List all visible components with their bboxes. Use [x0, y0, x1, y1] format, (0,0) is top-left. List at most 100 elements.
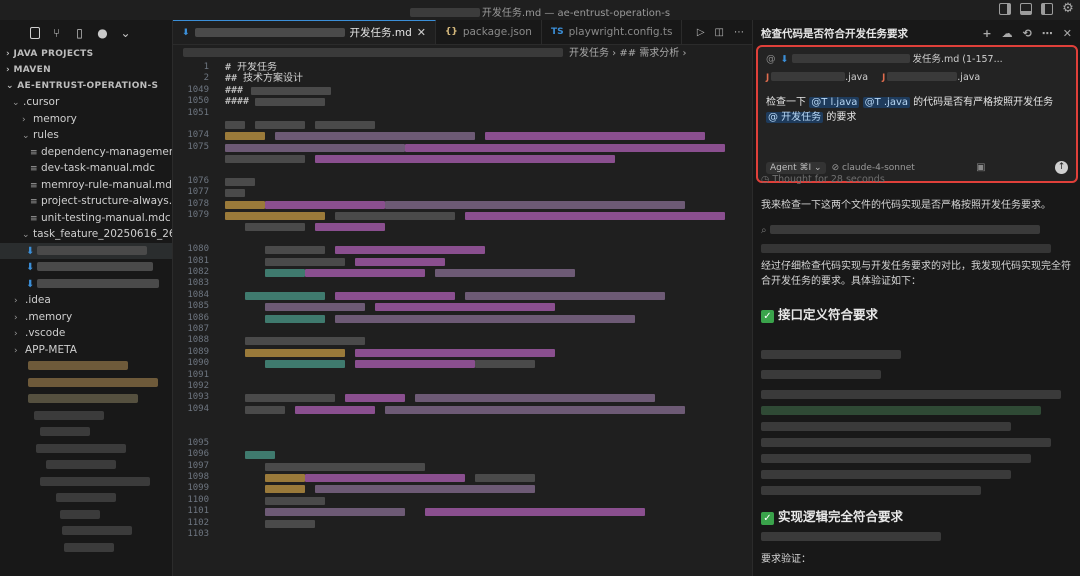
- thought-indicator[interactable]: ◷ Thought for 28 seconds: [761, 174, 885, 185]
- github-icon[interactable]: ●: [96, 26, 109, 40]
- close-icon[interactable]: ✕: [417, 26, 426, 39]
- tree-item[interactable]: › .idea: [0, 292, 172, 309]
- tree-item[interactable]: [0, 424, 172, 441]
- history-icon[interactable]: ⟲: [1023, 27, 1032, 40]
- tree-item[interactable]: ⌄ .cursor: [0, 94, 172, 111]
- model-selector[interactable]: ⊘ claude-4-sonnet: [832, 163, 915, 173]
- assistant-intro: 我来检查一下这两个文件的代码实现是否严格按照开发任务要求。: [761, 200, 1051, 211]
- explorer-icon[interactable]: [30, 27, 40, 39]
- sidebar-section-header[interactable]: ⌄ AE-ENTRUST-OPERATION-S: [0, 78, 172, 94]
- line-number: 1084: [187, 289, 209, 300]
- split-editor-icon[interactable]: ◫: [715, 27, 724, 38]
- tree-item[interactable]: [0, 391, 172, 408]
- markdown-icon: ⬇: [26, 278, 35, 290]
- line-number: 1090: [187, 358, 209, 369]
- file-mention[interactable]: @T .java: [862, 97, 910, 108]
- image-attach-icon[interactable]: ▣: [976, 162, 985, 173]
- tree-item[interactable]: › memory: [0, 111, 172, 128]
- redacted-code: [335, 291, 455, 300]
- tree-item[interactable]: ≡ dev-task-manual.mdc: [0, 160, 172, 177]
- redacted-text: [37, 278, 159, 288]
- add-chat-icon[interactable]: +: [982, 27, 991, 40]
- code-line: [225, 518, 752, 529]
- context-file-chip[interactable]: @ ⬇ 发任务.md (1-157...: [766, 53, 1068, 67]
- redacted-text: [60, 509, 100, 519]
- tree-item[interactable]: ≡ unit-testing-manual.mdc: [0, 210, 172, 227]
- breadcrumb[interactable]: 开发任务 › ## 需求分析 ›: [173, 45, 752, 62]
- code-line: [225, 221, 752, 232]
- tree-item[interactable]: ⌄ task_feature_20250616_26...: [0, 226, 172, 243]
- tree-item-label: unit-testing-manual.mdc: [41, 211, 171, 224]
- tree-item-label: dependency-management...: [41, 145, 172, 158]
- tree-item[interactable]: › .memory: [0, 309, 172, 326]
- attached-file-chip[interactable]: J .java: [882, 71, 980, 85]
- tree-item[interactable]: › APP-META: [0, 342, 172, 359]
- redacted-text: [761, 470, 1011, 479]
- tree-item[interactable]: ≡dependency-management...: [0, 144, 172, 161]
- tree-item[interactable]: ≡ memroy-rule-manual.mdc: [0, 177, 172, 194]
- more-icon[interactable]: ⋯: [1042, 27, 1053, 40]
- bookmark-icon[interactable]: ▯: [73, 26, 86, 40]
- tree-item[interactable]: [0, 523, 172, 540]
- code-line: [225, 142, 752, 153]
- tree-item[interactable]: ⬇: [0, 276, 172, 293]
- tree-item-label: .memory: [25, 310, 73, 323]
- redacted-code: [245, 348, 345, 357]
- code-line: ## 技术方案设计: [225, 73, 752, 84]
- redacted-code: [385, 200, 685, 209]
- redacted-code: [265, 360, 345, 369]
- tree-item-label: rules: [33, 129, 59, 141]
- tree-item-label: dev-task-manual.mdc: [41, 162, 156, 174]
- send-button[interactable]: ↑: [1054, 161, 1068, 174]
- line-number: 1087: [187, 323, 209, 334]
- more-actions-icon[interactable]: ⋯: [734, 27, 744, 38]
- tab-2[interactable]: {} package.json: [436, 20, 542, 44]
- tree-item[interactable]: ⬇: [0, 259, 172, 276]
- tree-item[interactable]: [0, 375, 172, 392]
- user-message-box[interactable]: @ ⬇ 发任务.md (1-157... J .java J .java 检查一下 @T…: [756, 45, 1078, 183]
- tree-item[interactable]: [0, 408, 172, 425]
- sidebar-section-header[interactable]: › MAVEN: [0, 62, 172, 78]
- redacted-code: [251, 86, 331, 95]
- tree-item[interactable]: [0, 490, 172, 507]
- chevron-down-icon[interactable]: ⌄: [119, 26, 132, 40]
- tree-item[interactable]: [0, 474, 172, 491]
- redacted-code: [245, 223, 305, 232]
- tree-item[interactable]: [0, 540, 172, 557]
- tree-item[interactable]: ⬇: [0, 242, 172, 259]
- redacted-code: [265, 269, 305, 278]
- agent-mode-dropdown[interactable]: Agent ⌘I ⌄: [766, 161, 826, 174]
- tab-label: package.json: [462, 26, 532, 38]
- tree-item[interactable]: ≡ project-structure-always...: [0, 193, 172, 210]
- tree-item[interactable]: › .vscode: [0, 325, 172, 342]
- attached-files: J .java J .java: [766, 71, 1068, 85]
- toggle-primary-sidebar-icon[interactable]: [999, 3, 1011, 15]
- sidebar-section-header[interactable]: › JAVA PROJECTS: [0, 46, 172, 62]
- gear-icon[interactable]: ⚙: [1062, 2, 1074, 15]
- redacted-text: [887, 72, 958, 81]
- toggle-secondary-sidebar-icon[interactable]: [1041, 3, 1053, 15]
- tab-list: ⬇ 开发任务.md ✕ {} package.json TS playwright.conf…: [173, 20, 683, 44]
- code-line: [225, 449, 752, 460]
- tree-item[interactable]: [0, 507, 172, 524]
- file-mention[interactable]: @ 开发任务: [766, 112, 824, 123]
- tree-item[interactable]: [0, 441, 172, 458]
- tree-item[interactable]: ⌄ rules: [0, 127, 172, 144]
- cloud-icon[interactable]: ☁: [1002, 27, 1013, 40]
- toggle-panel-icon[interactable]: [1020, 3, 1032, 15]
- close-icon[interactable]: ✕: [1063, 27, 1072, 40]
- line-number: 1103: [187, 529, 209, 540]
- tree-item[interactable]: [0, 457, 172, 474]
- redacted-code: [355, 360, 475, 369]
- source-control-icon[interactable]: ⑂: [50, 26, 63, 40]
- tab-3[interactable]: TS playwright.config.ts: [542, 20, 683, 44]
- tree-item[interactable]: [0, 358, 172, 375]
- attached-file-chip[interactable]: J .java: [766, 71, 868, 85]
- code-view[interactable]: 1 2 1049 1050 1051 1074 1075 1076 1077 1078 1079 10…: [173, 62, 752, 576]
- run-icon[interactable]: ▷: [697, 27, 705, 38]
- tab-1[interactable]: ⬇ 开发任务.md ✕: [173, 20, 436, 44]
- file-mention[interactable]: @T l.java: [809, 97, 860, 108]
- at-icon: @: [766, 54, 776, 65]
